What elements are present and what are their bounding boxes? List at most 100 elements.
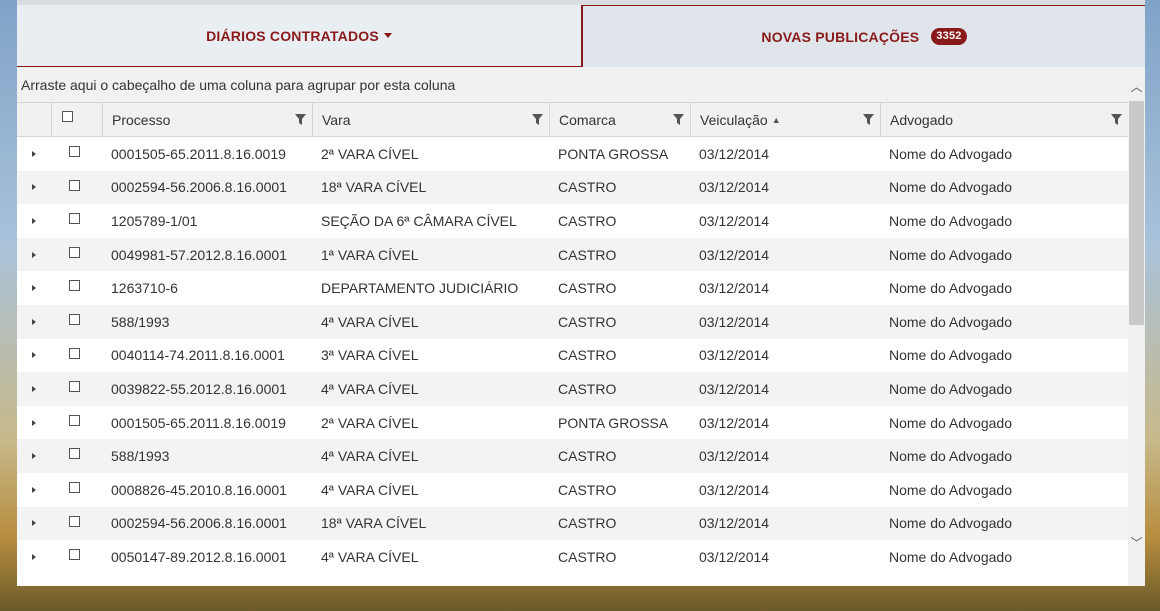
row-checkbox[interactable] [69, 515, 80, 527]
table-row[interactable]: 0008826-45.2010.8.16.0001 4ª VARA CÍVEL CA… [17, 473, 1128, 507]
cell-vara: 4ª VARA CÍVEL [321, 448, 419, 465]
expand-row-icon[interactable] [32, 352, 36, 359]
cell-veiculacao: 03/12/2014 [699, 145, 770, 162]
row-checkbox[interactable] [69, 313, 80, 325]
cell-processo: 0002594-56.2006.8.16.0001 [111, 515, 287, 532]
column-header-comarca[interactable]: Comarca [549, 103, 690, 136]
row-checkbox[interactable] [69, 280, 80, 292]
cell-advogado: Nome do Advogado [889, 347, 1012, 364]
row-checkbox[interactable] [69, 179, 80, 191]
table-row[interactable]: 0001505-65.2011.8.16.0019 2ª VARA CÍVEL PO… [17, 137, 1128, 171]
publications-panel: DIÁRIOS CONTRATADOS NOVAS PUBLICAÇÕES 33… [17, 5, 1145, 586]
filter-icon[interactable] [295, 114, 306, 125]
row-checkbox[interactable] [69, 448, 80, 460]
cell-veiculacao: 03/12/2014 [699, 179, 770, 196]
expand-row-icon[interactable] [32, 318, 36, 325]
row-checkbox[interactable] [69, 414, 80, 426]
column-header-advogado-label: Advogado [890, 111, 954, 128]
cell-vara: 4ª VARA CÍVEL [321, 481, 419, 498]
expand-row-icon[interactable] [32, 184, 36, 191]
cell-advogado: Nome do Advogado [889, 414, 1012, 431]
table-row[interactable]: 0039822-55.2012.8.16.0001 4ª VARA CÍVEL CA… [17, 372, 1128, 406]
cell-veiculacao: 03/12/2014 [699, 548, 770, 565]
group-hint-text: Arraste aqui o cabeçalho de uma coluna p… [21, 76, 456, 93]
column-header-veiculacao[interactable]: Veiculação ▲ [690, 103, 880, 136]
cell-vara: 2ª VARA CÍVEL [321, 145, 419, 162]
filter-icon[interactable] [673, 114, 684, 125]
expand-row-icon[interactable] [32, 385, 36, 392]
cell-vara: 3ª VARA CÍVEL [321, 347, 419, 364]
caret-down-icon [383, 33, 392, 38]
cell-advogado: Nome do Advogado [889, 246, 1012, 263]
row-checkbox[interactable] [69, 481, 80, 493]
row-checkbox[interactable] [69, 213, 80, 225]
table-row[interactable]: 0050147-89.2012.8.16.0001 4ª VARA CÍVEL CA… [17, 540, 1128, 574]
cell-veiculacao: 03/12/2014 [699, 515, 770, 532]
table-row[interactable]: 588/1993 4ª VARA CÍVEL CASTRO 03/12/2014 Nom… [17, 304, 1128, 339]
scrollbar-thumb[interactable] [1129, 101, 1144, 325]
cell-vara: 2ª VARA CÍVEL [321, 414, 419, 431]
cell-comarca: CASTRO [558, 212, 617, 229]
expand-row-icon[interactable] [32, 285, 36, 292]
count-badge: 3352 [931, 28, 967, 45]
table-row[interactable]: 1205789-1/01 SEÇÃO DA 6ª CÂMARA CÍVEL CAST… [17, 204, 1128, 238]
row-checkbox[interactable] [69, 146, 80, 157]
cell-processo: 0008826-45.2010.8.16.0001 [111, 481, 287, 498]
table-row[interactable]: 0002594-56.2006.8.16.0001 18ª VARA CÍVEL C… [17, 506, 1128, 541]
cell-comarca: CASTRO [558, 179, 617, 196]
table-row[interactable]: 0002594-56.2006.8.16.0001 18ª VARA CÍVEL C… [17, 170, 1128, 205]
column-header-advogado[interactable]: Advogado [880, 103, 1128, 136]
vertical-scrollbar[interactable]: ︿ ﹀ [1128, 67, 1145, 586]
cell-advogado: Nome do Advogado [889, 179, 1012, 196]
expand-row-icon[interactable] [32, 520, 36, 527]
cell-veiculacao: 03/12/2014 [699, 212, 770, 229]
chevron-down-icon[interactable]: ﹀ [1128, 535, 1145, 552]
cell-veiculacao: 03/12/2014 [699, 313, 770, 330]
table-row[interactable]: 0049981-57.2012.8.16.0001 1ª VARA CÍVEL CA… [17, 237, 1128, 272]
cell-advogado: Nome do Advogado [889, 212, 1012, 229]
cell-comarca: CASTRO [558, 548, 617, 565]
column-header-processo[interactable]: Processo [102, 103, 312, 136]
table-row[interactable]: 1263710-6 DEPARTAMENTO JUDICIÁRIO CASTRO 03… [17, 271, 1128, 305]
table-row[interactable]: 0001505-65.2011.8.16.0019 2ª VARA CÍVEL PO… [17, 406, 1128, 440]
cell-advogado: Nome do Advogado [889, 280, 1012, 297]
cell-veiculacao: 03/12/2014 [699, 380, 770, 397]
tab-novas-publicacoes[interactable]: NOVAS PUBLICAÇÕES 3352 [582, 5, 1145, 67]
tab-novas-publicacoes-label: NOVAS PUBLICAÇÕES [761, 28, 920, 45]
cell-processo: 1263710-6 [111, 280, 178, 297]
chevron-up-icon[interactable]: ︿ [1128, 79, 1145, 96]
filter-icon[interactable] [863, 114, 874, 125]
cell-comarca: CASTRO [558, 515, 617, 532]
column-header-vara-label: Vara [322, 111, 351, 128]
grid-table: Processo Vara Comarca Veiculação ▲ Advog… [17, 103, 1128, 574]
cell-comarca: PONTA GROSSA [558, 145, 669, 162]
select-all-checkbox[interactable] [62, 111, 73, 122]
column-header-vara[interactable]: Vara [312, 103, 549, 136]
column-header-processo-label: Processo [112, 111, 171, 128]
tab-bar: DIÁRIOS CONTRATADOS NOVAS PUBLICAÇÕES 33… [17, 5, 1145, 67]
row-checkbox[interactable] [69, 549, 80, 561]
expand-row-icon[interactable] [32, 150, 36, 157]
row-checkbox[interactable] [69, 246, 80, 258]
cell-vara: SEÇÃO DA 6ª CÂMARA CÍVEL [321, 212, 517, 229]
expand-row-icon[interactable] [32, 453, 36, 460]
expand-row-icon[interactable] [32, 251, 36, 258]
sort-ascending-icon: ▲ [771, 114, 781, 125]
cell-comarca: CASTRO [558, 347, 617, 364]
cell-processo: 1205789-1/01 [111, 212, 198, 229]
row-checkbox[interactable] [69, 381, 80, 393]
table-row[interactable]: 588/1993 4ª VARA CÍVEL CASTRO 03/12/2014 Nom… [17, 439, 1128, 473]
expand-row-icon[interactable] [32, 553, 36, 560]
expand-row-icon[interactable] [32, 419, 36, 426]
filter-icon[interactable] [532, 114, 543, 125]
filter-icon[interactable] [1111, 114, 1122, 125]
row-checkbox[interactable] [69, 347, 80, 359]
cell-comarca: CASTRO [558, 481, 617, 498]
tab-diarios-contratados[interactable]: DIÁRIOS CONTRATADOS [17, 5, 582, 67]
cell-comarca: CASTRO [558, 380, 617, 397]
table-row[interactable]: 0040114-74.2011.8.16.0001 3ª VARA CÍVEL CA… [17, 339, 1128, 373]
cell-advogado: Nome do Advogado [889, 515, 1012, 532]
expand-row-icon[interactable] [32, 486, 36, 493]
expand-row-icon[interactable] [32, 217, 36, 224]
group-drop-area[interactable]: Arraste aqui o cabeçalho de uma coluna p… [17, 67, 1128, 103]
